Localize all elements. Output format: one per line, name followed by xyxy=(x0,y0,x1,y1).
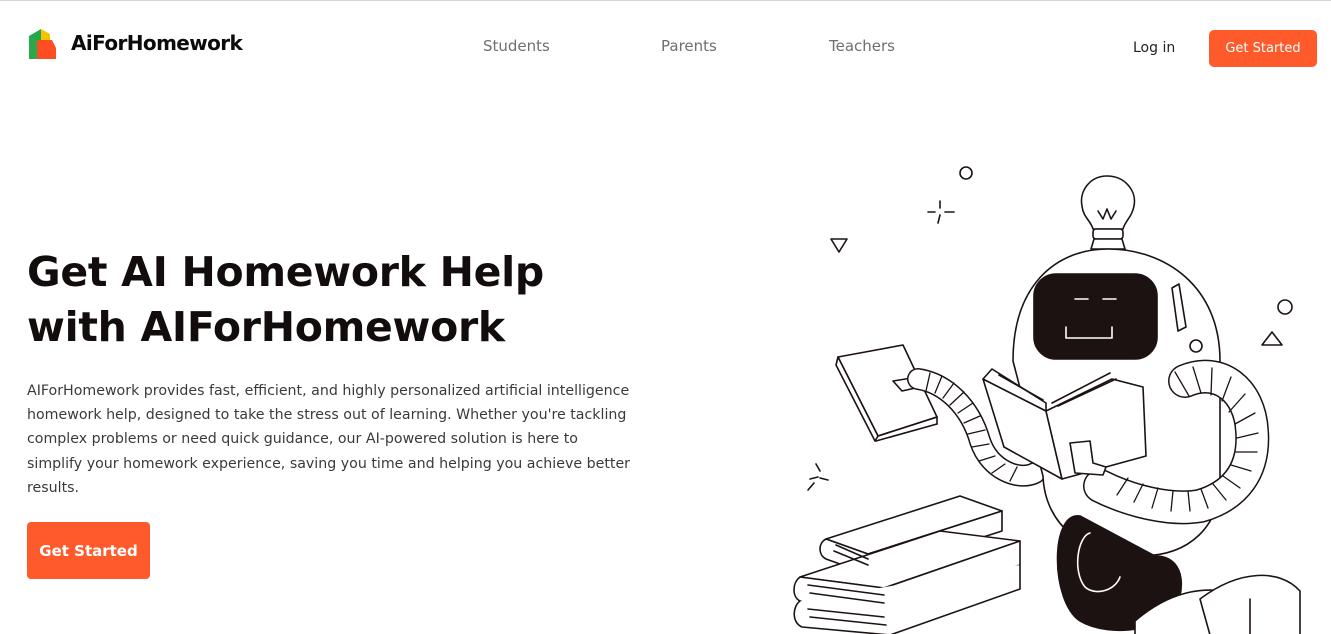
hero-description: AIForHomework provides fast, efficient, … xyxy=(27,383,631,496)
login-link[interactable]: Log in xyxy=(1133,40,1175,56)
nav-link-parents[interactable]: Parents xyxy=(661,37,717,55)
nav-link-teachers[interactable]: Teachers xyxy=(829,37,895,55)
main-nav: Students Parents Teachers xyxy=(0,37,1331,59)
book-stack xyxy=(793,495,1021,634)
hero-title-line-2: with AIForHomework xyxy=(27,303,505,351)
hero-title: Get AI Homework Help with AIForHomework xyxy=(27,245,667,355)
robot-reading-books-illustration xyxy=(793,166,1301,634)
hero-title-line-1: Get AI Homework Help xyxy=(27,248,544,296)
nav-link-students[interactable]: Students xyxy=(483,37,550,55)
header-get-started-button[interactable]: Get Started xyxy=(1209,30,1317,67)
robot-lightbulb xyxy=(1080,175,1136,250)
hero-get-started-button[interactable]: Get Started xyxy=(27,522,150,579)
page: AiForHomework Students Parents Teachers … xyxy=(0,0,1331,634)
held-book-left xyxy=(835,344,938,442)
site-header: AiForHomework Students Parents Teachers … xyxy=(0,1,1331,93)
